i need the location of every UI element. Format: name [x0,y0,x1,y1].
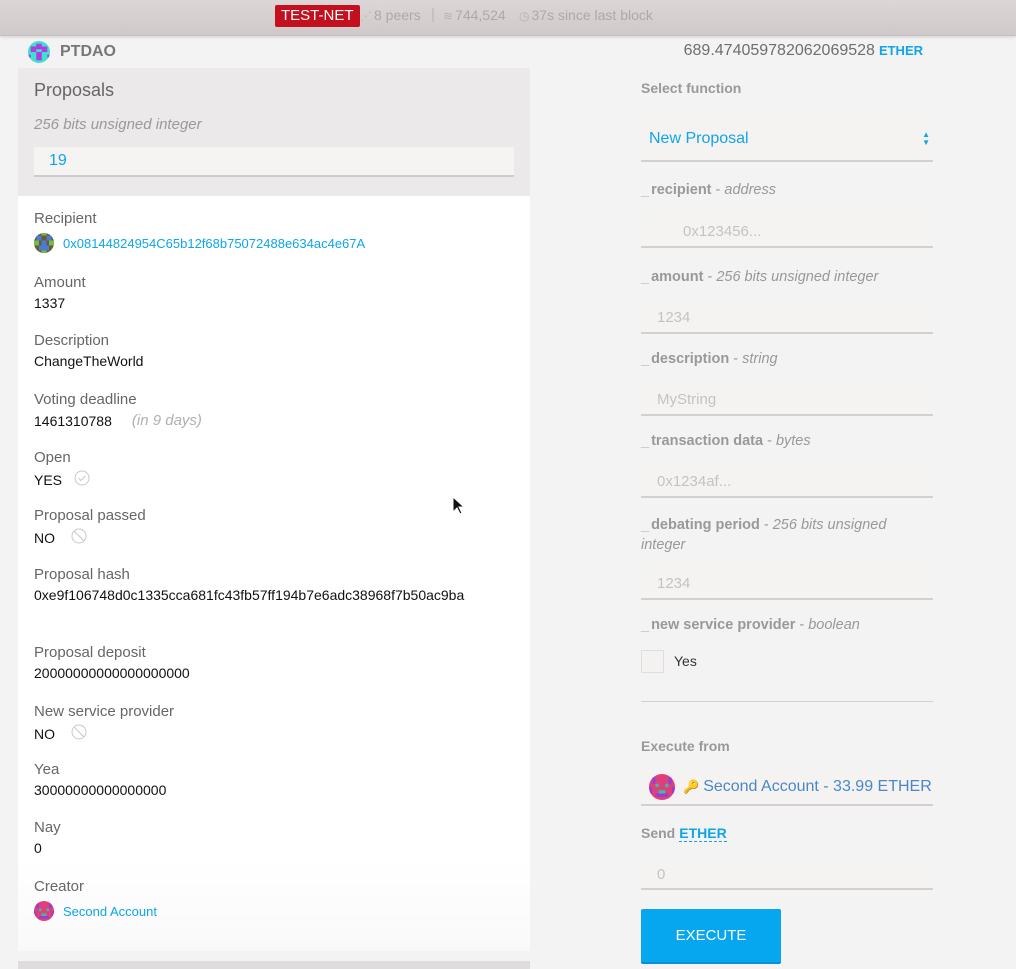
open-label: Open [34,449,71,466]
new-service-provider-checkbox[interactable] [641,650,664,673]
top-status-bar: TEST-NET ⋰ 8 peers | ≋ 744,524 ◷ 37s since … [0,0,1016,36]
send-amount-input[interactable] [641,860,933,890]
description-label: Description [34,332,110,349]
last-block-time: 37s since last block [531,7,653,23]
select-function-label: Select function [641,80,742,96]
send-unit-toggle[interactable]: ETHER [679,825,727,842]
amount-field: Amount 1337 [34,274,86,311]
network-badge: TEST-NET [275,5,360,27]
peers-count: 8 peers [374,7,421,23]
select-arrows-icon: ▲ ▼ [922,130,930,147]
param-label-description: _ description - string [641,351,778,367]
hash-label: Proposal hash [34,566,130,583]
balance-amount: 689.474059782062069528 [683,42,875,59]
ban-icon [71,528,87,547]
contract-name: PTDAO [60,43,116,60]
ban-icon [71,724,87,743]
last-block-stat: ◷ 37s since last block [519,7,653,23]
wifi-icon: ⋰ [360,9,372,23]
description-field: Description ChangeTheWorld [34,332,143,369]
contract-balance: 689.474059782062069528 ETHER [684,42,923,60]
amount-label: Amount [34,274,86,291]
deposit-value: 20000000000000000000 [34,665,190,681]
hash-field: Proposal hash 0xe9f106748d0c1335cca681fc… [34,566,464,603]
execute-from-select[interactable]: 🔑 Second Account - 33.99 ETHER [641,770,933,806]
execute-function-form: Select function New Proposal ▲ ▼ _ recipie… [641,80,933,964]
recipient-label: Recipient [34,210,97,227]
deposit-label: Proposal deposit [34,644,146,661]
send-label: Send ETHER [641,825,727,842]
param-label-debating-period: _ debating period - 256 bits unsigned int… [641,517,887,553]
contract-identicon [28,41,50,63]
param-label-transaction-data: _ transaction data - bytes [641,433,811,449]
amount-value: 1337 [34,295,66,311]
creator-label: Creator [34,878,85,895]
balance-unit: ETHER [878,43,923,58]
check-circle-icon [74,470,90,489]
hash-value: 0xe9f106748d0c1335cca681fc43fb57ff194b7e… [34,587,465,603]
divider [641,701,933,702]
divider: | [431,6,435,23]
creator-link[interactable]: Second Account [63,904,157,919]
recipient-field: Recipient 0x08144824954C65b12f68b7507248… [34,210,365,253]
param-label-recipient: _ recipient - address [641,182,776,198]
deadline-field: Voting deadline 1461310788 (in 9 days) [34,391,202,429]
proposals-query: Proposals 256 bits unsigned integer [18,68,530,196]
creator-identicon [34,901,54,921]
peers-stat: ⋰ 8 peers [360,7,421,23]
nsp-value: NO [34,725,55,742]
proposals-type: 256 bits unsigned integer [34,116,202,133]
proposal-details: Recipient 0x08144824954C65b12f68b7507248… [18,196,530,951]
recipient-identicon [34,233,54,253]
deadline-label: Voting deadline [34,391,137,408]
passed-label: Proposal passed [34,507,146,524]
block-stat: ≋ 744,524 [443,7,506,23]
open-value: YES [34,471,63,488]
deposit-field: Proposal deposit 20000000000000000000 [34,644,190,681]
yea-value: 30000000000000000 [34,782,167,798]
param-label-amount: _ amount - 256 bits unsigned integer [641,269,879,285]
recipient-address-link[interactable]: 0x08144824954C65b12f68b75072488e634ac4e6… [63,236,365,251]
execute-from-label: Execute from [641,738,730,754]
layers-icon: ≋ [443,9,454,23]
account-identicon [649,774,675,800]
transaction-data-input[interactable] [641,466,933,498]
yea-label: Yea [34,761,60,778]
description-value: ChangeTheWorld [34,353,144,369]
execute-from-account: Second Account - 33.99 ETHER [703,778,932,795]
checkbox-label: Yes [674,653,697,669]
block-number: 744,524 [455,7,506,23]
key-icon: 🔑 [683,779,700,794]
contract-header: PTDAO [28,40,116,64]
nsp-label: New service provider [34,703,175,720]
nay-label: Nay [34,819,61,836]
yea-field: Yea 30000000000000000 [34,761,166,798]
passed-value: NO [34,529,55,546]
open-field: Open YES [34,449,90,489]
recipient-input[interactable] [641,216,933,248]
nsp-field: New service provider NO [34,703,174,743]
mouse-cursor-icon [452,495,466,521]
param-label-new-service-provider: _ new service provider - boolean [641,617,860,633]
nay-field: Nay 0 [34,819,61,856]
selected-function: New Proposal [649,130,749,147]
proposal-index-input[interactable] [34,147,514,177]
clock-icon: ◷ [519,9,530,23]
passed-field: Proposal passed NO [34,507,146,547]
deadline-relative: (in 9 days) [131,412,202,429]
proposals-title: Proposals [34,80,115,100]
next-panel-edge [18,961,530,969]
deadline-value: 1461310788 [34,412,112,429]
execute-button[interactable]: EXECUTE [641,909,781,964]
function-select[interactable]: New Proposal ▲ ▼ [641,118,933,162]
nay-value: 0 [34,840,42,856]
description-input[interactable] [641,384,933,416]
amount-input[interactable] [641,302,933,334]
debating-period-input[interactable] [641,568,933,600]
creator-field: Creator Second Account [34,878,157,921]
